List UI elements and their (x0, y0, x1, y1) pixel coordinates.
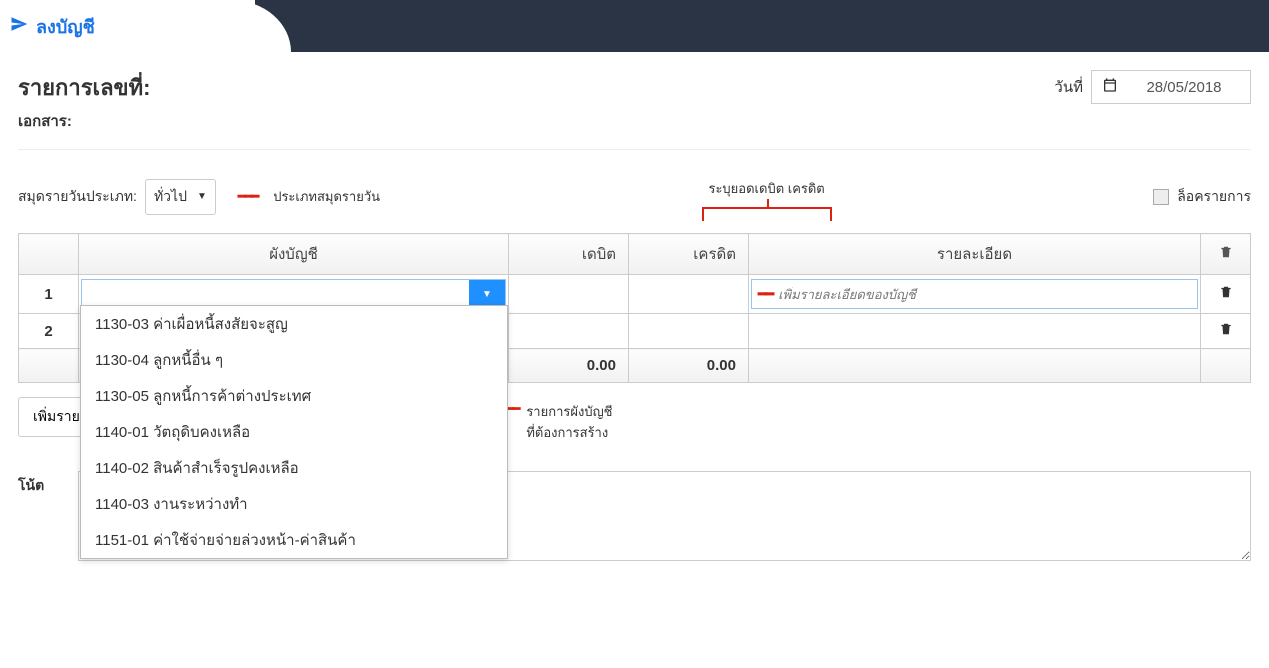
trash-icon (1219, 322, 1233, 336)
row-number: 1 (19, 275, 79, 314)
paper-plane-icon (10, 15, 28, 38)
date-value: 28/05/2018 (1128, 79, 1240, 96)
dropdown-toggle[interactable]: ▼ (469, 280, 505, 308)
col-header-delete (1201, 234, 1251, 275)
journal-type-label: สมุดรายวันประเภท: (18, 186, 137, 208)
lock-checkbox[interactable] (1153, 189, 1169, 205)
dropdown-item[interactable]: 1140-01 วัตถุดิบคงเหลือ (81, 414, 507, 450)
annotation-bracket (702, 207, 832, 221)
dropdown-item[interactable]: 1130-05 ลูกหนี้การค้าต่างประเทศ (81, 378, 507, 414)
calendar-icon (1102, 77, 1118, 97)
detail-cell[interactable] (749, 314, 1201, 349)
dropdown-item[interactable]: 1130-04 ลูกหนี้อื่น ๆ (81, 342, 507, 378)
col-header-credit: เครดิต (629, 234, 749, 275)
trash-icon (1219, 285, 1233, 299)
total-debit: 0.00 (509, 349, 629, 383)
chevron-down-icon: ▼ (197, 191, 207, 202)
annotation-chart-line2: ที่ต้องการสร้าง (526, 422, 612, 443)
table-row: 1 ▼ 1130-03 ค่าเผื่อหนี้สงสัยจะสูญ 1130-… (19, 275, 1251, 314)
detail-input[interactable] (778, 287, 1191, 302)
tab-active: ลงบัญชี (0, 0, 255, 52)
entry-number-label: รายการเลขที่: (18, 70, 150, 105)
col-header-account: ผังบัญชี (79, 234, 509, 275)
entry-table: ผังบัญชี เดบิต เครดิต รายละเอียด 1 ▼ (18, 233, 1251, 383)
note-label: โน้ต (18, 471, 58, 497)
chevron-down-icon: ▼ (482, 289, 492, 300)
delete-row-button[interactable] (1219, 286, 1233, 303)
date-label: วันที่ (1054, 75, 1083, 99)
annotation-line: ━━ (758, 285, 772, 303)
annotation-line: ━━━ (238, 188, 257, 205)
delete-row-button[interactable] (1219, 323, 1233, 340)
dropdown-item[interactable]: 1130-03 ค่าเผื่อหนี้สงสัยจะสูญ (81, 306, 507, 342)
debit-cell[interactable] (509, 314, 629, 349)
debit-cell[interactable] (509, 275, 629, 314)
account-input[interactable] (82, 280, 469, 308)
annotation-journal-type: ประเภทสมุดรายวัน (273, 186, 380, 207)
top-bar: ลงบัญชี (0, 0, 1269, 52)
page-header: รายการเลขที่: เอกสาร: วันที่ 28/05/2018 (18, 70, 1251, 150)
total-credit: 0.00 (629, 349, 749, 383)
credit-cell[interactable] (629, 275, 749, 314)
date-input[interactable]: 28/05/2018 (1091, 70, 1251, 104)
col-header-detail: รายละเอียด (749, 234, 1201, 275)
document-label: เอกสาร: (18, 109, 150, 133)
account-dropdown: 1130-03 ค่าเผื่อหนี้สงสัยจะสูญ 1130-04 ล… (80, 305, 508, 559)
annotation-chart-line1: รายการผังบัญชี (526, 401, 612, 422)
annotation-debit-credit: ระบุยอดเดบิต เครดิต (708, 178, 824, 199)
journal-type-select[interactable]: ทั่วไป ▼ (145, 179, 216, 215)
trash-icon (1219, 245, 1233, 259)
dropdown-item[interactable]: 1140-02 สินค้าสำเร็จรูปคงเหลือ (81, 450, 507, 486)
app-title: ลงบัญชี (36, 12, 95, 41)
credit-cell[interactable] (629, 314, 749, 349)
col-header-debit: เดบิต (509, 234, 629, 275)
row-number: 2 (19, 314, 79, 349)
dropdown-item[interactable]: 1151-01 ค่าใช้จ่ายจ่ายล่วงหน้า-ค่าสินค้า (81, 522, 507, 558)
detail-input-wrapper: ━━ (751, 279, 1198, 309)
dropdown-item[interactable]: 1140-03 งานระหว่างทำ (81, 486, 507, 522)
col-header-num (19, 234, 79, 275)
lock-label: ล็อครายการ (1177, 186, 1251, 208)
